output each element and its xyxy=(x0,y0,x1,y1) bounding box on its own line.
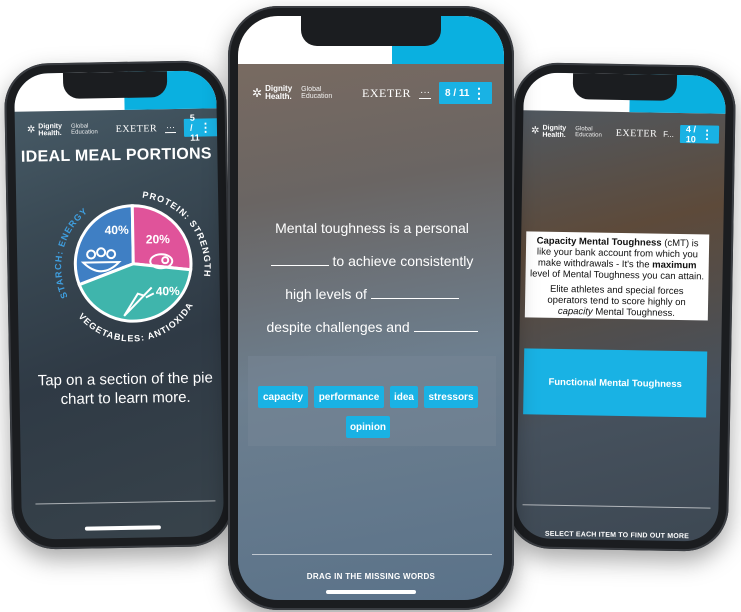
division-label: Global Education xyxy=(575,126,602,139)
phone-middle: ✲ Dignity Health. Global Education EXETER… xyxy=(228,6,514,610)
protein-percent: 20% xyxy=(146,232,171,246)
notch xyxy=(572,73,678,101)
dignity-logo-icon: ✲ xyxy=(252,86,263,100)
sentence-part: Mental toughness is a personal xyxy=(275,220,469,236)
screen-right: ✲ Dignity Health. Global Education EXETER… xyxy=(515,72,727,542)
sentence-part: despite challenges and xyxy=(266,319,410,335)
division-label: Global Education xyxy=(70,123,98,136)
divider xyxy=(522,504,711,509)
more-icon[interactable]: ··· xyxy=(164,122,177,134)
word-chip[interactable]: idea xyxy=(390,386,418,408)
exeter-logo: EXETER xyxy=(615,127,658,140)
sentence-part: high levels of xyxy=(285,286,367,302)
emphasis-text: maximum xyxy=(652,259,697,272)
home-indicator[interactable] xyxy=(326,590,416,594)
notch xyxy=(301,16,441,46)
dignity-health-logo: ✲ Dignity Health. Global Education xyxy=(26,122,98,138)
kebab-menu-icon[interactable]: ⋮ xyxy=(199,120,211,134)
info-para2: Elite athletes and special forces operat… xyxy=(547,283,686,309)
functional-mental-toughness-button[interactable]: Functional Mental Toughness xyxy=(523,348,708,418)
notch xyxy=(62,71,168,99)
division-label: Global Education xyxy=(301,86,333,100)
instruction-text: Tap on a section of the pie chart to lea… xyxy=(37,369,213,409)
dignity-health-logo: ✲ Dignity Health. Global Education xyxy=(530,124,602,140)
divider xyxy=(35,500,216,505)
word-chip[interactable]: performance xyxy=(314,386,384,408)
dignity-logo-icon: ✲ xyxy=(530,125,540,137)
info-text-rest: level of Mental Toughness you can attain… xyxy=(529,268,705,283)
progress-counter[interactable]: 8 / 11 ⋮ xyxy=(439,82,492,104)
home-indicator[interactable] xyxy=(84,525,161,531)
dignity-logo-icon: ✲ xyxy=(26,124,36,136)
word-chip[interactable]: opinion xyxy=(346,416,390,438)
kebab-menu-icon[interactable]: ⋮ xyxy=(472,85,486,102)
app-header: ✲ Dignity Health. Global Education EXETER… xyxy=(530,122,720,144)
exeter-logo: EXETER xyxy=(362,85,412,100)
info-para2-emphasis: capacity xyxy=(557,305,593,318)
phone-left: ✲ Dignity Health. Global Education EXETER… xyxy=(3,60,235,550)
app-header: ✲ Dignity Health. Global Education EXETER… xyxy=(252,82,492,104)
screen-left: ✲ Dignity Health. Global Education EXETER… xyxy=(13,70,225,540)
progress-counter[interactable]: 4 / 10 ⋮ xyxy=(679,124,720,144)
fill-in-sentence: Mental toughness is a personal to achiev… xyxy=(248,212,496,344)
progress-counter[interactable]: 5 / 11 ⋮ xyxy=(183,113,218,143)
exeter-logo: EXETER xyxy=(115,122,158,135)
word-chip[interactable]: capacity xyxy=(258,386,308,408)
partner-extra: F... xyxy=(663,129,674,139)
footer-instruction: SELECT EACH ITEM TO FIND OUT MORE xyxy=(544,530,690,541)
kebab-menu-icon[interactable]: ⋮ xyxy=(701,127,713,141)
meal-pie-chart[interactable]: 40% 20% 40% STARCH: ENERGY PROTEIN: STRE… xyxy=(38,174,221,357)
word-chip[interactable]: stressors xyxy=(424,386,478,408)
vegetables-percent: 40% xyxy=(156,284,181,298)
phone-right: ✲ Dignity Health. Global Education EXETER… xyxy=(505,62,737,552)
drop-blank-3[interactable] xyxy=(413,317,478,332)
sentence-part: to achieve consistently xyxy=(332,253,474,269)
drop-blank-1[interactable] xyxy=(270,251,329,266)
app-header: ✲ Dignity Health. Global Education EXETER… xyxy=(26,113,218,143)
footer-instruction: DRAG IN THE MISSING WORDS xyxy=(306,572,436,581)
dignity-health-logo: ✲ Dignity Health. Global Education xyxy=(252,84,336,102)
divider xyxy=(252,554,492,555)
starch-percent: 40% xyxy=(105,223,130,237)
info-para2-end: Mental Toughness. xyxy=(595,306,676,319)
screen-middle: ✲ Dignity Health. Global Education EXETER… xyxy=(238,16,504,600)
word-bank: capacity performance idea stressors opin… xyxy=(248,356,496,446)
more-icon[interactable]: ··· xyxy=(419,87,432,99)
drop-blank-2[interactable] xyxy=(370,284,459,299)
page-title: IDEAL MEAL PORTIONS xyxy=(20,145,212,166)
info-card: Capacity Mental Toughness (cMT) is like … xyxy=(524,231,710,321)
